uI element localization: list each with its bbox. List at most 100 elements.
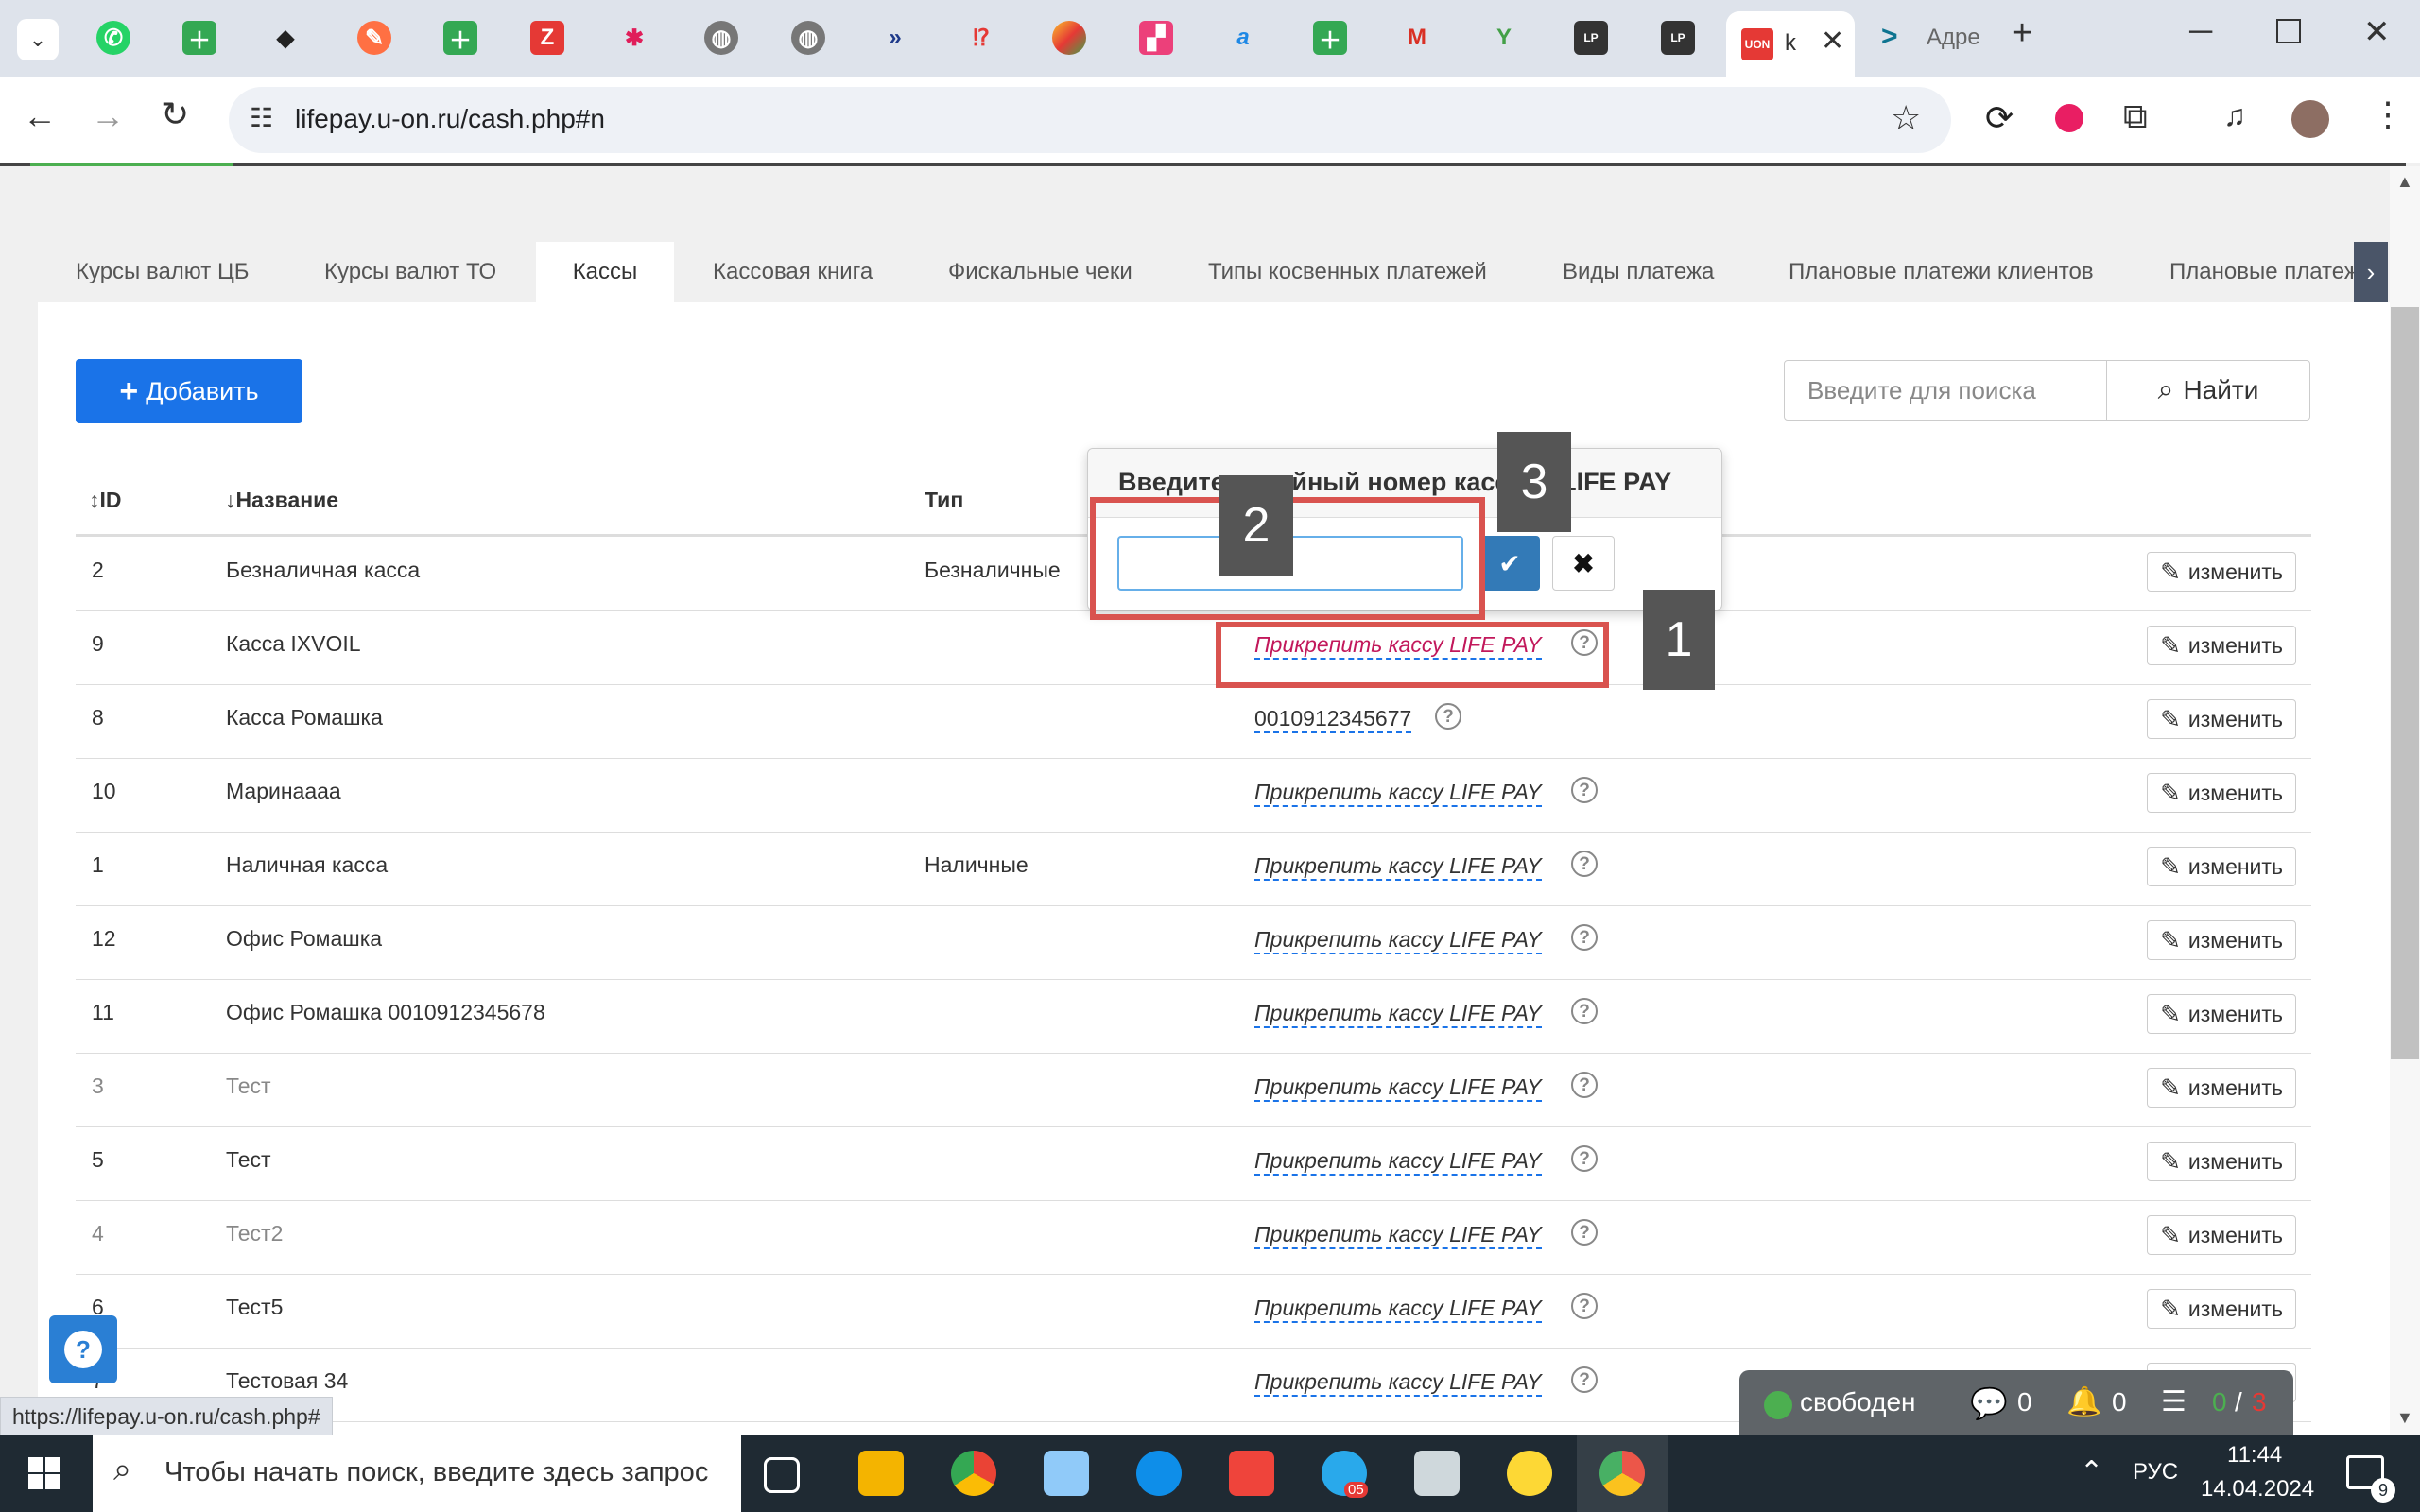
teamviewer-icon[interactable] [1136,1451,1182,1496]
address-bar[interactable]: ☷ lifepay.u-on.ru/cash.php#n ☆ [229,87,1951,153]
bookmark-star-icon[interactable]: ☆ [1891,98,1921,138]
back-icon[interactable]: ← [23,96,57,136]
operator-status-widget[interactable]: свободен 💬 0 🔔 0 ☰ 0 / 3 [1739,1370,2293,1438]
help-icon[interactable]: ? [1571,1072,1598,1098]
orb-tab-icon[interactable] [1052,21,1086,55]
help-icon[interactable]: ? [1571,1219,1598,1246]
alert-tab-icon[interactable]: ⁉ [964,21,998,55]
attach-lifepay-link[interactable]: Прикрепить кассу LIFE PAY [1254,926,1542,954]
active-tab[interactable]: UON k ✕ [1726,11,1855,77]
sheets-tab-icon-3[interactable]: ＋ [1313,21,1347,55]
media-control-icon[interactable]: ♫ [2223,98,2246,133]
profile-avatar[interactable] [2291,100,2329,138]
globe-tab-icon-2[interactable]: ◍ [791,21,825,55]
attach-lifepay-link[interactable]: Прикрепить кассу LIFE PAY [1254,779,1542,807]
tab-search-button[interactable]: ⌄ [17,19,59,60]
edit-button[interactable]: ✎изменить [2147,994,2296,1034]
attach-lifepay-link[interactable]: Прикрепить кассу LIFE PAY [1254,1000,1542,1028]
taskbar-search[interactable]: ⌕ Чтобы начать поиск, введите здесь запр… [93,1435,741,1512]
y-tab-icon[interactable]: Y [1487,21,1521,55]
notes-app-icon[interactable] [1044,1451,1089,1496]
tab-indirect-payment-types[interactable]: Типы косвенных платежей [1208,242,1487,302]
add-button[interactable]: + Добавить [76,359,302,423]
cancel-button[interactable]: ✖ [1552,536,1615,591]
edit-button[interactable]: ✎изменить [2147,1215,2296,1255]
edit-button[interactable]: ✎изменить [2147,847,2296,886]
pink-tab-icon[interactable]: ▞ [1139,21,1173,55]
phone-app-icon[interactable] [1507,1451,1552,1496]
edit-button[interactable]: ✎изменить [2147,699,2296,739]
edit-button[interactable]: ✎изменить [2147,626,2296,665]
clock-time[interactable]: 11:44 [2227,1442,2282,1469]
attach-lifepay-link[interactable]: Прикрепить кассу LIFE PAY [1254,852,1542,881]
edit-button[interactable]: ✎изменить [2147,773,2296,813]
calculator-icon[interactable] [1414,1451,1460,1496]
help-icon[interactable]: ? [1571,1293,1598,1319]
lifepay-tab-icon[interactable]: LP [1574,21,1608,55]
edit-button[interactable]: ✎изменить [2147,920,2296,960]
lifepay-serial-link[interactable]: 0010912345677 [1254,705,1412,733]
help-icon[interactable]: ? [1571,777,1598,803]
help-icon[interactable]: ? [1571,850,1598,877]
lifepay-tab-icon-2[interactable]: LP [1661,21,1695,55]
tab-fiscal-receipts[interactable]: Фискальные чеки [948,242,1132,302]
tab-cash-registers[interactable]: Кассы [536,242,674,302]
search-input[interactable] [1784,360,2107,421]
a-tab-icon[interactable]: a [1226,21,1260,55]
zoho-tab-icon[interactable]: Z [530,21,564,55]
bell-icon[interactable]: 🔔 [2066,1385,2101,1418]
sheets-tab-icon-2[interactable]: ＋ [443,21,477,55]
header-name[interactable]: ↓Название [225,488,338,513]
gmail-tab-icon[interactable]: M [1400,21,1434,55]
extensions-puzzle-icon[interactable]: ⧉ [2123,96,2148,137]
help-icon[interactable]: ? [1435,703,1461,730]
language-indicator[interactable]: РУС [2133,1459,2178,1486]
tab-payment-kinds[interactable]: Виды платежа [1563,242,1714,302]
chat-icon[interactable]: 💬 [1970,1385,2008,1421]
scroll-up-icon[interactable]: ▲ [2396,172,2413,192]
anydesk-icon[interactable] [1229,1451,1274,1496]
tray-chevron-icon[interactable]: ⌃ [2080,1455,2103,1488]
help-icon[interactable]: ? [1571,1145,1598,1172]
edit-button[interactable]: ✎изменить [2147,1289,2296,1329]
minimize-icon[interactable]: ─ [2189,13,2212,50]
tab-to-rates[interactable]: Курсы валют ТО [324,242,496,302]
help-icon[interactable]: ? [1571,998,1598,1024]
attach-lifepay-link[interactable]: Прикрепить кассу LIFE PAY [1254,1368,1542,1397]
edit-button[interactable]: ✎изменить [2147,552,2296,592]
help-widget-button[interactable]: ? [49,1315,117,1383]
attach-lifepay-link[interactable]: Прикрепить кассу LIFE PAY [1254,1147,1542,1176]
close-window-icon[interactable]: ✕ [2363,13,2391,51]
whatsapp-tab-icon[interactable]: ✆ [96,21,130,55]
forward-icon[interactable]: → [91,96,125,136]
scroll-down-icon[interactable]: ▼ [2396,1408,2413,1428]
clock-date[interactable]: 14.04.2024 [2201,1476,2314,1503]
close-tab-icon[interactable]: ✕ [1821,25,1844,58]
find-button[interactable]: ⌕ Найти [2106,360,2310,421]
file-explorer-icon[interactable] [858,1451,904,1496]
task-view-icon[interactable] [764,1457,800,1493]
next-tab[interactable]: > Адре [1881,21,1985,59]
layers-tab-icon[interactable]: ◆ [268,21,302,55]
reload-icon[interactable]: ↻ [161,94,189,134]
attach-lifepay-link[interactable]: Прикрепить кассу LIFE PAY [1254,1295,1542,1323]
help-icon[interactable]: ? [1571,1366,1598,1393]
slack-tab-icon[interactable]: ✱ [617,21,651,55]
windows-start-icon[interactable] [28,1457,60,1489]
browser-menu-icon[interactable]: ⋮ [2371,94,2405,134]
tasks-icon[interactable]: ☰ [2161,1385,2187,1418]
scrollbar-thumb[interactable] [2391,307,2419,1059]
globe-tab-icon[interactable]: ◍ [704,21,738,55]
edit-button[interactable]: ✎изменить [2147,1142,2296,1181]
tab-scheduled-payments[interactable]: Плановые платеж [2169,242,2354,302]
sheets-tab-icon[interactable]: ＋ [182,21,216,55]
tabs-scroll-right-icon[interactable]: › [2354,242,2388,302]
restore-icon[interactable] [2276,19,2301,43]
sync-extension-icon[interactable]: ⟳ [1985,98,2014,138]
site-info-icon[interactable]: ☷ [250,102,273,133]
attach-lifepay-link[interactable]: Прикрепить кассу LIFE PAY [1254,1074,1542,1102]
address-url[interactable]: lifepay.u-on.ru/cash.php#n [295,104,605,134]
attach-lifepay-link[interactable]: Прикрепить кассу LIFE PAY [1254,1221,1542,1249]
help-icon[interactable]: ? [1571,924,1598,951]
edit-button[interactable]: ✎изменить [2147,1068,2296,1108]
